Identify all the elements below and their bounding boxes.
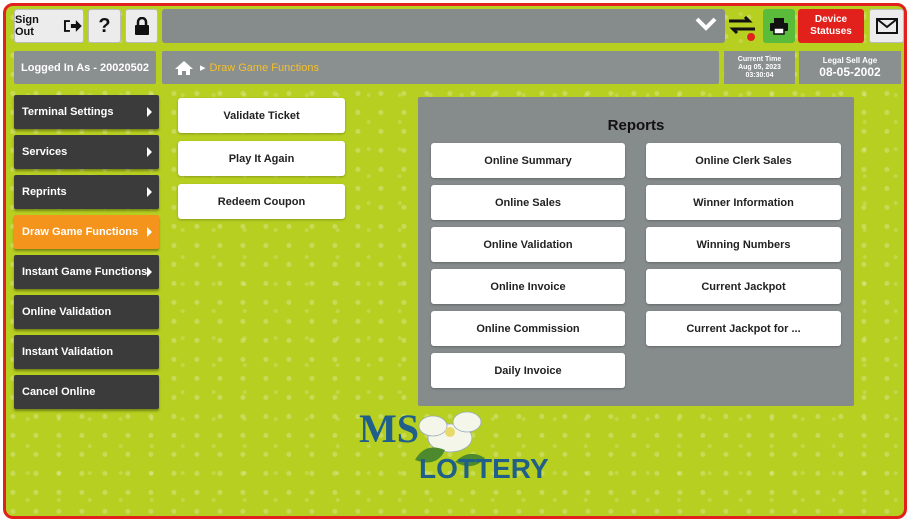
breadcrumb-arrow-icon: ▸: [200, 62, 206, 74]
breadcrumb-current: Draw Game Functions: [209, 61, 319, 74]
logged-in-user: Logged In As - 20020502: [14, 51, 156, 84]
ms-lottery-logo: MS LOTTERY: [359, 406, 549, 484]
print-button[interactable]: [763, 9, 795, 43]
chevron-right-icon: [147, 187, 152, 197]
button-label: Winning Numbers: [696, 238, 791, 251]
sign-out-label: Sign Out: [15, 14, 39, 38]
button-label: Daily Invoice: [494, 364, 562, 377]
sidebar-item-cancel-online[interactable]: Cancel Online: [14, 375, 159, 409]
winner-information-button[interactable]: Winner Information: [646, 185, 841, 220]
online-invoice-button[interactable]: Online Invoice: [431, 269, 625, 304]
sidebar-item-label: Draw Game Functions: [22, 226, 139, 238]
sidebar-item-label: Terminal Settings: [22, 106, 114, 118]
button-label: Online Summary: [484, 154, 572, 167]
lock-button[interactable]: [125, 9, 158, 43]
chevron-right-icon: [147, 107, 152, 117]
current-time-clock: 03:30:04: [745, 71, 774, 79]
envelope-icon: [875, 18, 898, 34]
legal-age-label: Legal Sell Age: [822, 56, 878, 65]
sidebar-item-reprints[interactable]: Reprints: [14, 175, 159, 209]
legal-sell-age: Legal Sell Age 08-05-2002: [799, 51, 901, 84]
button-label: Online Validation: [483, 238, 573, 251]
sidebar-item-instant-validation[interactable]: Instant Validation: [14, 335, 159, 369]
button-label: Online Commission: [476, 322, 580, 335]
breadcrumb: ▸ Draw Game Functions: [162, 51, 719, 84]
current-jackpot-button[interactable]: Current Jackpot: [646, 269, 841, 304]
help-icon: ?: [98, 14, 111, 37]
sidebar-item-draw-game-functions[interactable]: Draw Game Functions: [14, 215, 159, 249]
sidebar-item-label: Online Validation: [22, 306, 112, 318]
button-label: Current Jackpot: [701, 280, 786, 293]
button-label: Online Invoice: [490, 280, 566, 293]
online-validation-button[interactable]: Online Validation: [431, 227, 625, 262]
sign-out-icon: [64, 20, 83, 32]
sign-out-button[interactable]: Sign Out: [14, 9, 84, 43]
device-statuses-label: Device Statuses: [810, 14, 852, 37]
chevron-right-icon: [147, 227, 152, 237]
sidebar-item-label: Reprints: [22, 186, 67, 198]
online-clerk-sales-button[interactable]: Online Clerk Sales: [646, 143, 841, 178]
logo-ms-text: MS: [359, 406, 419, 451]
chevron-right-icon: [147, 147, 152, 157]
button-label: Validate Ticket: [223, 109, 300, 122]
messages-button[interactable]: [869, 9, 904, 43]
online-commission-button[interactable]: Online Commission: [431, 311, 625, 346]
logo-lottery-text: LOTTERY: [419, 453, 549, 484]
transfer-icon[interactable]: [727, 12, 757, 42]
chevron-right-icon: [147, 267, 152, 277]
current-time-date: Aug 05, 2023: [738, 63, 781, 71]
top-bar: [162, 9, 725, 43]
redeem-coupon-button[interactable]: Redeem Coupon: [178, 184, 345, 219]
sidebar-item-services[interactable]: Services: [14, 135, 159, 169]
sidebar-item-label: Cancel Online: [22, 386, 96, 398]
current-time-label: Current Time: [737, 55, 782, 63]
winning-numbers-button[interactable]: Winning Numbers: [646, 227, 841, 262]
home-icon[interactable]: [174, 60, 194, 76]
legal-age-value: 08-05-2002: [819, 65, 881, 79]
current-jackpot-for-button[interactable]: Current Jackpot for ...: [646, 311, 841, 346]
online-sales-button[interactable]: Online Sales: [431, 185, 625, 220]
sidebar-item-online-validation[interactable]: Online Validation: [14, 295, 159, 329]
play-it-again-button[interactable]: Play It Again: [178, 141, 345, 176]
sidebar-item-instant-game-functions[interactable]: Instant Game Functions: [14, 255, 159, 289]
device-statuses-button[interactable]: Device Statuses: [798, 9, 864, 43]
current-time: Current Time Aug 05, 2023 03:30:04: [724, 51, 795, 84]
validate-ticket-button[interactable]: Validate Ticket: [178, 98, 345, 133]
button-label: Online Clerk Sales: [695, 154, 792, 167]
help-button[interactable]: ?: [88, 9, 121, 43]
sidebar-item-label: Services: [22, 146, 68, 158]
reports-title: Reports: [607, 117, 665, 134]
sidebar-item-terminal-settings[interactable]: Terminal Settings: [14, 95, 159, 129]
sidebar-item-label: Instant Game Functions: [22, 266, 148, 278]
chevron-down-icon[interactable]: [695, 15, 717, 33]
button-label: Current Jackpot for ...: [686, 322, 801, 335]
button-label: Winner Information: [693, 196, 794, 209]
button-label: Redeem Coupon: [217, 195, 306, 208]
printer-icon: [770, 18, 788, 35]
daily-invoice-button[interactable]: Daily Invoice: [431, 353, 625, 388]
online-summary-button[interactable]: Online Summary: [431, 143, 625, 178]
sidebar-item-label: Instant Validation: [22, 346, 114, 358]
logged-in-label: Logged In As - 20020502: [21, 61, 149, 74]
button-label: Online Sales: [494, 196, 562, 209]
button-label: Play It Again: [228, 152, 295, 165]
lock-icon: [134, 17, 149, 35]
